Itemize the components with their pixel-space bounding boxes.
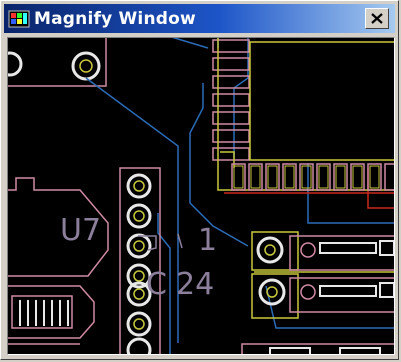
mounting-block [8, 38, 107, 87]
title-bar[interactable]: Magnify Window [4, 4, 395, 33]
label-24: 24 [176, 267, 214, 302]
pcb-canvas: U7 1 C 24 [8, 38, 394, 354]
component-row-1 [251, 231, 394, 273]
close-button[interactable] [365, 8, 389, 29]
ic-pin-row-yellow [233, 165, 380, 189]
label-u7: U7 [60, 213, 101, 248]
component-row-2 [251, 273, 394, 319]
label-c: C [146, 267, 167, 302]
magnify-app-icon [8, 10, 30, 27]
magnified-pcb-view[interactable]: U7 1 C 24 [7, 37, 395, 355]
window-title: Magnify Window [34, 8, 196, 29]
magnify-window: Magnify Window U7 1 C 24 [0, 0, 399, 360]
left-pad-stripes [19, 300, 69, 326]
bottom-right-component [241, 343, 394, 354]
pin-header [119, 167, 161, 354]
close-icon [371, 13, 383, 24]
label-1: 1 [198, 223, 217, 258]
